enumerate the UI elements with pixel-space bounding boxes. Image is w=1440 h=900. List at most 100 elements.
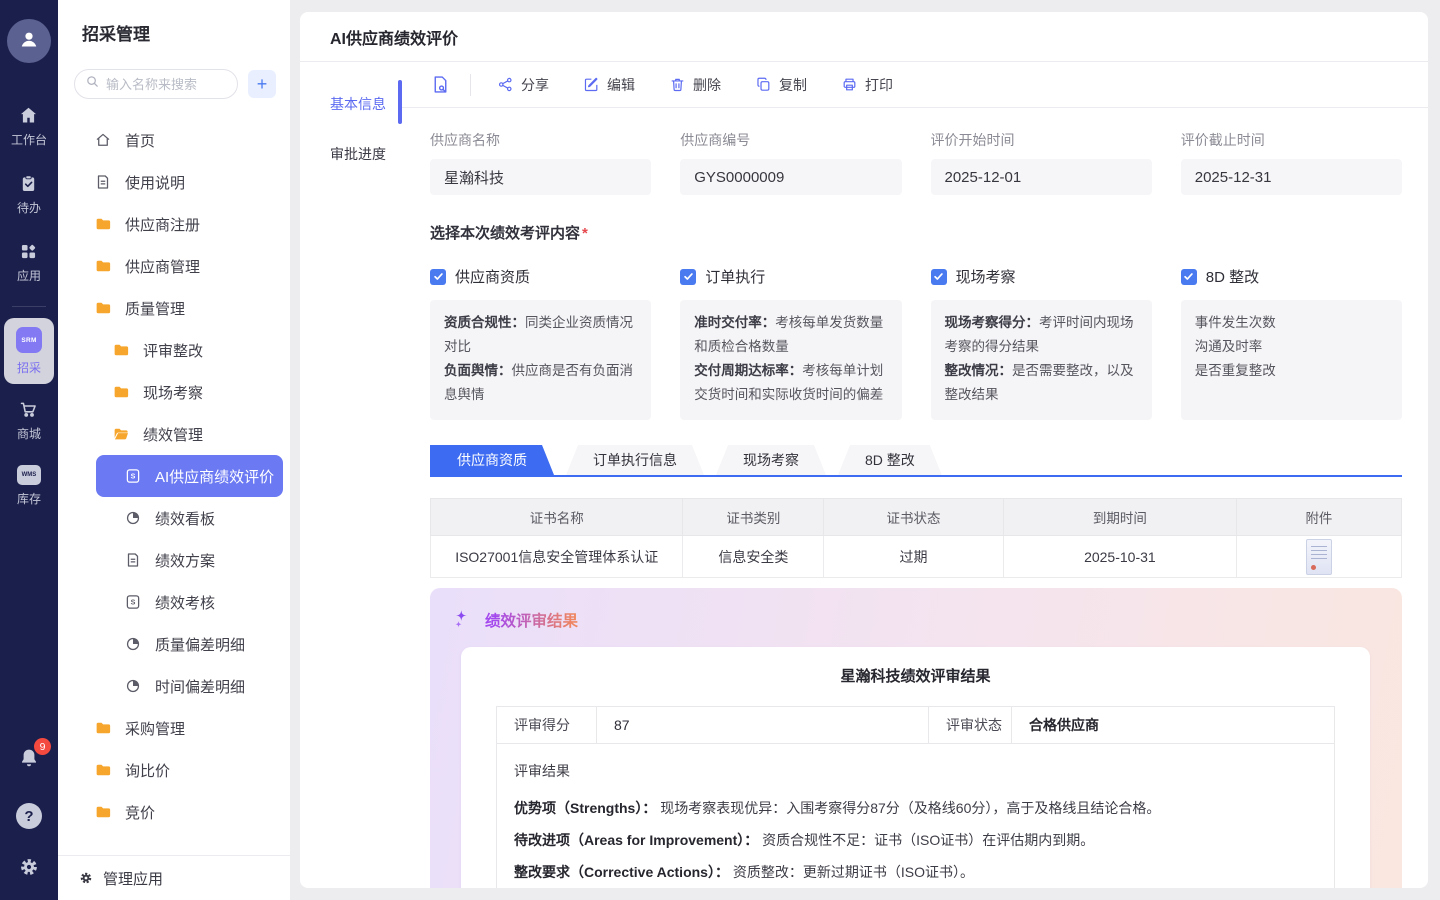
sidebar-item-performance-plan[interactable]: 绩效方案	[58, 539, 290, 581]
eval-end-field[interactable]: 2025-12-31	[1181, 159, 1402, 195]
checkbox-label: 供应商资质	[455, 266, 530, 287]
print-button[interactable]: 打印	[841, 75, 893, 95]
doc-s-icon: S	[124, 467, 142, 485]
tab-8d-rectify[interactable]: 8D 整改	[838, 445, 942, 475]
table-row: ISO27001信息安全管理体系认证 信息安全类 过期 2025-10-31	[431, 536, 1402, 578]
search-input[interactable]	[106, 77, 227, 92]
notification-badge: 9	[34, 738, 51, 755]
detail-tabs: 供应商资质 订单执行信息 现场考察 8D 整改	[430, 445, 1402, 477]
field-eval-end: 评价截止时间 2025-12-31	[1181, 130, 1402, 195]
tab-site-visit[interactable]: 现场考察	[716, 445, 826, 475]
field-label: 供应商编号	[680, 130, 901, 150]
field-label: 评价开始时间	[931, 130, 1152, 150]
rail-item-label: 待办	[17, 199, 41, 216]
print-label: 打印	[865, 75, 893, 95]
supplier-code-field[interactable]: GYS0000009	[680, 159, 901, 195]
result-line: 整改要求（Corrective Actions）： 资质整改：更新过期证书（IS…	[514, 862, 1314, 883]
manage-apps-label: 管理应用	[103, 868, 163, 889]
user-avatar[interactable]	[7, 19, 51, 63]
rail-item-todo[interactable]: 待办	[17, 173, 41, 216]
help-button[interactable]: ?	[16, 803, 42, 829]
tab-supplier-qualification[interactable]: 供应商资质	[430, 445, 554, 475]
result-card: 星瀚科技绩效评审结果 评审得分 87 评审状态 合格供应商	[461, 647, 1370, 888]
sidebar-item-label: 供应商注册	[125, 214, 200, 235]
folder-icon	[94, 215, 112, 233]
sidebar-item-quality-mgmt[interactable]: 质量管理	[58, 287, 290, 329]
result-section-title: 绩效评审结果	[485, 609, 578, 631]
manage-apps-button[interactable]: 管理应用	[58, 855, 290, 900]
edit-icon	[583, 76, 600, 93]
sidebar-item-inquiry[interactable]: 询比价	[58, 749, 290, 791]
folder-icon	[94, 761, 112, 779]
toolbar: 分享 编辑 删除 复制	[400, 62, 1428, 108]
cart-icon	[18, 399, 39, 420]
add-button[interactable]: +	[248, 70, 276, 98]
tab-order-execution-info[interactable]: 订单执行信息	[566, 445, 704, 475]
rail-item-label: 工作台	[11, 131, 47, 148]
rail-divider	[12, 306, 46, 307]
tab-basic-info[interactable]: 基本信息	[300, 94, 400, 114]
checkbox-site-visit[interactable]: 现场考察	[931, 266, 1152, 287]
sidebar-item-label: 供应商管理	[125, 256, 200, 277]
checkbox-supplier-qualification[interactable]: 供应商资质	[430, 266, 651, 287]
result-text-cell: 评审结果 优势项（Strengths）： 现场考察表现优异：入围考察得分87分（…	[497, 744, 1335, 889]
rail-item-procurement-active[interactable]: SRM 招采	[4, 318, 54, 384]
folder-icon	[112, 383, 130, 401]
settings-button[interactable]	[17, 855, 41, 884]
copy-button[interactable]: 复制	[755, 75, 807, 95]
gear-icon	[78, 870, 94, 886]
result-line: 优势项（Strengths）： 现场考察表现优异：入围考察得分87分（及格线60…	[514, 798, 1314, 819]
notifications-button[interactable]: 9	[17, 746, 41, 775]
sidebar-item-ai-supplier-eval[interactable]: S AI供应商绩效评价	[96, 455, 283, 497]
active-tab-indicator	[398, 80, 402, 124]
rail-item-apps[interactable]: 应用	[17, 241, 41, 284]
edit-button[interactable]: 编辑	[583, 75, 635, 95]
delete-label: 删除	[693, 75, 721, 95]
person-icon	[17, 27, 41, 56]
checkbox-description: 准时交付率：考核每单发货数量和质检合格数量 交付周期达标率：考核每单计划交货时间…	[680, 300, 901, 420]
checkbox-label: 8D 整改	[1206, 266, 1259, 287]
tab-approval-progress[interactable]: 审批进度	[300, 144, 400, 164]
sidebar-title: 招采管理	[82, 20, 290, 45]
sidebar-item-quality-deviation[interactable]: 质量偏差明细	[58, 623, 290, 665]
column-header: 证书名称	[431, 499, 683, 536]
sidebar-item-performance-assess[interactable]: S 绩效考核	[58, 581, 290, 623]
score-table: 评审得分 87 评审状态 合格供应商 评审结果 优势项（Strengths）： …	[496, 706, 1335, 888]
copy-icon	[755, 76, 772, 93]
sidebar-item-time-deviation[interactable]: 时间偏差明细	[58, 665, 290, 707]
sidebar-item-supplier-mgmt[interactable]: 供应商管理	[58, 245, 290, 287]
sidebar-item-purchase-mgmt[interactable]: 采购管理	[58, 707, 290, 749]
rail-item-mall[interactable]: 商城	[17, 399, 41, 442]
performance-result-panel: 绩效评审结果 星瀚科技绩效评审结果 评审得分 87 评审状态 合格供应商	[430, 588, 1402, 888]
sidebar-search[interactable]	[74, 69, 238, 99]
column-header: 到期时间	[1003, 499, 1236, 536]
eval-start-field[interactable]: 2025-12-01	[931, 159, 1152, 195]
checkbox-order-execution[interactable]: 订单执行	[680, 266, 901, 287]
sidebar-item-review-rectify[interactable]: 评审整改	[58, 329, 290, 371]
score-label: 评审得分	[497, 707, 597, 744]
checkbox-description: 事件发生次数 沟通及时率 是否重复整改	[1181, 300, 1402, 420]
sidebar-item-bidding[interactable]: 竞价	[58, 791, 290, 833]
sidebar-item-site-visit[interactable]: 现场考察	[58, 371, 290, 413]
share-button[interactable]: 分享	[497, 75, 549, 95]
checkbox-description: 资质合规性：同类企业资质情况对比 负面舆情：供应商是否有负面消息舆情	[430, 300, 651, 420]
sidebar-item-guide[interactable]: 使用说明	[58, 161, 290, 203]
checkbox-description: 现场考察得分：考评时间内现场考察的得分结果 整改情况：是否需要整改，以及整改结果	[931, 300, 1152, 420]
sidebar-item-performance-mgmt[interactable]: 绩效管理	[58, 413, 290, 455]
sidebar-item-label: 绩效管理	[143, 424, 203, 445]
checkbox-card-site: 现场考察 现场考察得分：考评时间内现场考察的得分结果 整改情况：是否需要整改，以…	[931, 266, 1152, 420]
checkbox-checked-icon	[680, 269, 696, 285]
rail-item-inventory[interactable]: WMS 库存	[17, 465, 41, 507]
attachment-thumbnail[interactable]	[1306, 539, 1332, 575]
print-icon	[841, 76, 858, 93]
sidebar-item-home[interactable]: 首页	[58, 119, 290, 161]
supplier-name-field[interactable]: 星瀚科技	[430, 159, 651, 195]
preview-button[interactable]	[430, 74, 458, 95]
sidebar-item-performance-board[interactable]: 绩效看板	[58, 497, 290, 539]
required-mark: *	[582, 225, 588, 242]
checkbox-8d-rectify[interactable]: 8D 整改	[1181, 266, 1402, 287]
delete-button[interactable]: 删除	[669, 75, 721, 95]
rail-item-workbench[interactable]: 工作台	[11, 105, 47, 148]
question-icon: ?	[24, 808, 33, 825]
sidebar-item-supplier-register[interactable]: 供应商注册	[58, 203, 290, 245]
